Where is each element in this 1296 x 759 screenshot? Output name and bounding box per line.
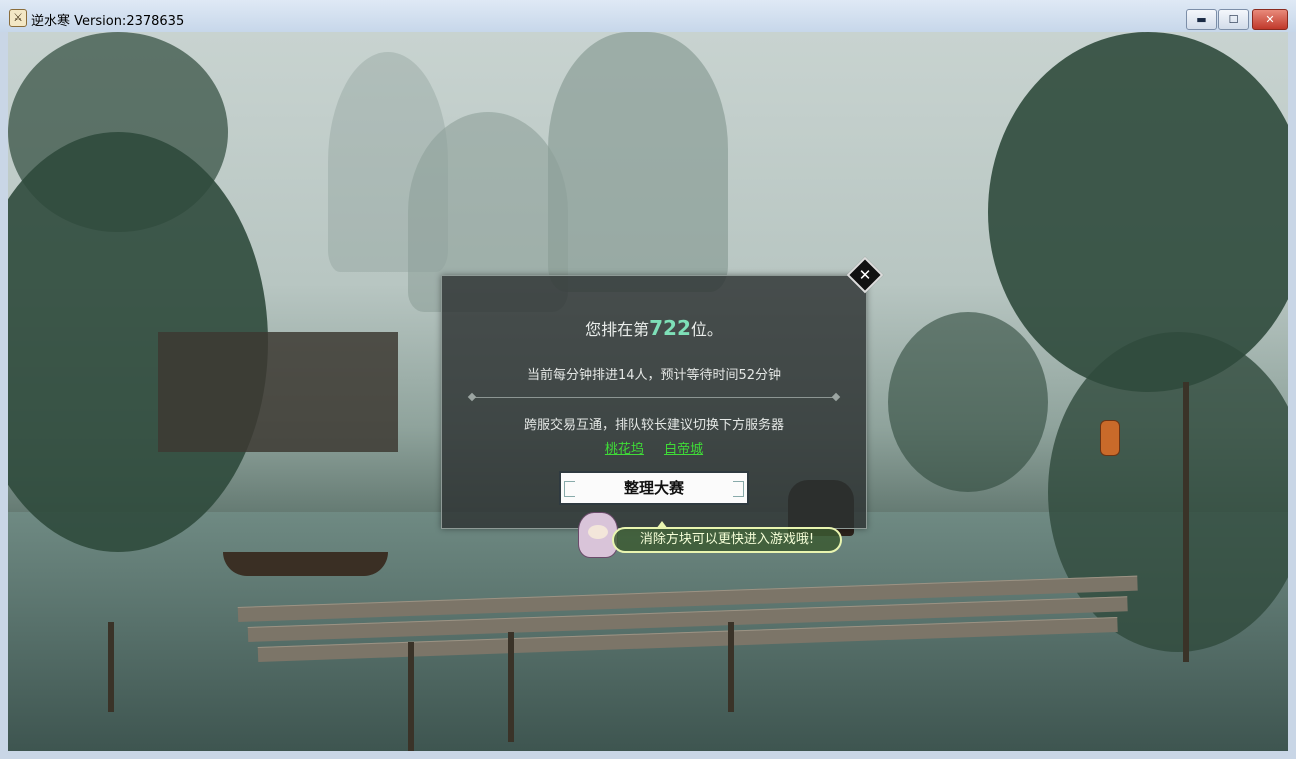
lantern-icon — [1100, 420, 1120, 456]
divider-ornament-icon — [831, 392, 841, 402]
bridge-post — [408, 642, 414, 751]
boat — [223, 552, 388, 576]
tree-cluster — [988, 32, 1288, 392]
window-frame — [0, 32, 8, 759]
bridge-post — [728, 622, 734, 712]
app-logo-icon: ⚔ — [9, 9, 27, 27]
hint-bubble: 消除方块可以更快进入游戏哦! — [612, 521, 842, 553]
divider — [472, 397, 836, 398]
server-link-baidicheng[interactable]: 白帝城 — [664, 442, 703, 457]
title-bar: ⚔ 逆水寒 Version:2378635 ▬ ☐ ✕ — [0, 0, 1296, 33]
bridge-post — [1183, 382, 1189, 662]
rank-prefix: 您排在第 — [585, 320, 650, 339]
mountain-peak — [328, 52, 448, 272]
puzzle-game-button[interactable]: 整理大赛 — [559, 471, 749, 505]
queue-rank: 您排在第722位。 — [442, 316, 866, 340]
server-links: 桃花坞 白帝城 — [442, 438, 866, 457]
tree-cluster — [888, 312, 1048, 492]
server-advice-text: 跨服交易互通，排队较长建议切换下方服务器 — [523, 418, 784, 433]
pavilion — [158, 332, 398, 452]
queue-dialog: 您排在第722位。 当前每分钟排进14人，预计等待时间52分钟 跨服交易互通，排… — [441, 275, 867, 529]
maximize-button[interactable]: ☐ — [1218, 9, 1249, 30]
close-icon: ✕ — [858, 266, 872, 284]
server-link-taohuawu[interactable]: 桃花坞 — [605, 442, 644, 457]
bridge-post — [508, 632, 514, 742]
queue-rate-text: 当前每分钟排进14人，预计等待时间52分钟 — [526, 368, 782, 383]
rank-number: 722 — [649, 316, 691, 340]
tree-cluster — [8, 32, 228, 232]
window-close-button[interactable]: ✕ — [1252, 9, 1288, 30]
window-frame — [1288, 32, 1296, 759]
bridge-post — [108, 622, 114, 712]
minimize-button[interactable]: ▬ — [1186, 9, 1217, 30]
window-frame — [0, 751, 1296, 759]
divider-ornament-icon — [467, 392, 477, 402]
rank-suffix: 位。 — [690, 320, 723, 339]
mountain-peak — [548, 32, 728, 292]
window-title: 逆水寒 Version:2378635 — [31, 14, 185, 29]
